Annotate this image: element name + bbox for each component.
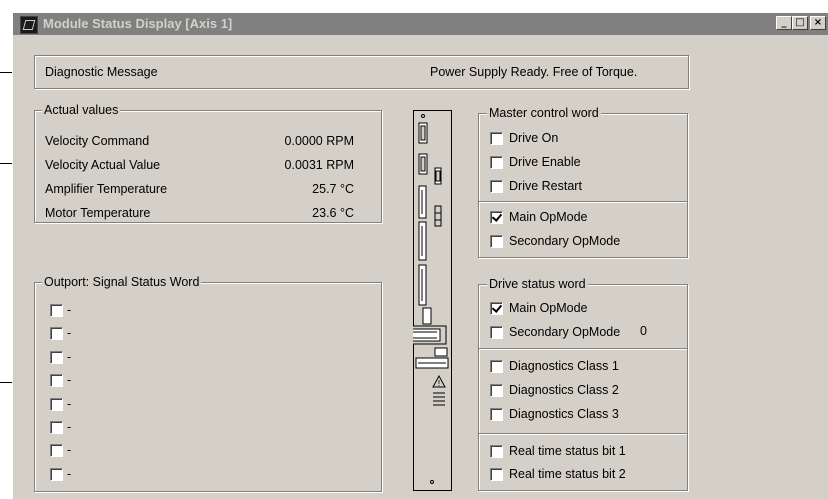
drive-status-label: Diagnostics Class 1 <box>509 359 619 373</box>
drive-status-checkbox[interactable] <box>490 468 503 481</box>
title-bar[interactable]: Module Status Display [Axis 1] _ □ × <box>13 13 828 35</box>
drive-status-checkbox[interactable] <box>490 326 503 339</box>
outport-checkbox[interactable] <box>50 374 63 388</box>
drive-status-checkbox[interactable] <box>490 360 503 373</box>
outport-checkbox-label: - <box>67 349 72 364</box>
outport-checkbox[interactable] <box>50 444 63 458</box>
master-control-title: Master control word <box>487 106 601 120</box>
outport-checkbox-label: - <box>67 466 72 481</box>
actual-value-label: Velocity Command <box>45 134 150 148</box>
outport-group <box>34 282 382 492</box>
master-control-separator <box>479 201 687 203</box>
actual-value-reading: 0.0000 RPM <box>284 134 354 148</box>
drive-status-separator-2 <box>479 433 687 435</box>
outport-checkbox[interactable] <box>50 421 63 434</box>
outport-checkbox[interactable] <box>50 397 63 411</box>
drive-status-checkbox[interactable] <box>490 302 503 315</box>
outport-checkbox-label: - <box>67 303 72 317</box>
drive-status-checkbox[interactable] <box>490 384 503 397</box>
outport-checkbox-label: - <box>67 396 72 411</box>
drive-status-label: Diagnostics Class 2 <box>509 383 619 397</box>
drive-status-label: Main OpMode <box>509 301 588 315</box>
outport-checkbox[interactable] <box>50 350 63 364</box>
actual-value-label: Velocity Actual Value <box>45 158 161 172</box>
master-control-checkbox[interactable] <box>490 235 503 248</box>
master-control-checkbox[interactable] <box>490 180 503 193</box>
window-title: Module Status Display [Axis 1] <box>43 16 233 31</box>
drive-status-title: Drive status word <box>487 277 588 291</box>
diagnostic-message: Power Supply Ready. Free of Torque. <box>430 65 638 79</box>
svg-text:!: ! <box>437 379 440 388</box>
outport-checkbox-label: - <box>67 443 72 458</box>
close-button[interactable]: × <box>810 16 826 30</box>
outport-checkbox-label: - <box>67 326 72 341</box>
drive-status-value: 0 <box>640 324 647 338</box>
actual-value-label: Amplifier Temperature <box>45 182 168 196</box>
outport-checkbox-label: - <box>67 373 72 388</box>
diagnostic-label: Diagnostic Message <box>45 65 158 79</box>
drive-status-separator-1 <box>479 348 687 350</box>
drive-status-label: Secondary OpMode <box>509 325 621 339</box>
outport-checkbox[interactable] <box>50 467 63 481</box>
drive-status-checkbox[interactable] <box>490 445 503 458</box>
drive-status-checkbox[interactable] <box>490 408 503 421</box>
actual-value-label: Motor Temperature <box>45 206 151 220</box>
maximize-button[interactable]: □ <box>792 16 808 30</box>
master-control-label: Drive Restart <box>509 179 582 193</box>
master-control-checkbox[interactable] <box>490 156 503 169</box>
outport-title: Outport: Signal Status Word <box>42 275 202 289</box>
master-control-label: Drive On <box>509 131 559 145</box>
app-icon <box>20 16 38 34</box>
outport-checkbox[interactable] <box>50 327 63 341</box>
master-control-checkbox[interactable] <box>490 132 503 145</box>
actual-value-reading: 23.6 °C <box>312 206 354 220</box>
master-control-label: Main OpMode <box>509 210 588 224</box>
drive-status-label: Real time status bit 1 <box>509 444 626 458</box>
actual-value-reading: 0.0031 RPM <box>284 158 354 172</box>
drive-status-label: Diagnostics Class 3 <box>509 407 619 421</box>
drive-status-label: Real time status bit 2 <box>509 467 626 481</box>
master-control-checkbox[interactable] <box>490 211 503 224</box>
minimize-button[interactable]: _ <box>776 16 792 30</box>
outport-checkbox-label: - <box>67 420 72 434</box>
outport-checkbox[interactable] <box>50 304 63 317</box>
master-control-label: Secondary OpMode <box>509 234 621 248</box>
actual-value-reading: 25.7 °C <box>312 182 354 196</box>
actual-values-title: Actual values <box>42 103 121 117</box>
master-control-label: Drive Enable <box>509 155 581 169</box>
drive-module-image: ! <box>413 110 452 491</box>
